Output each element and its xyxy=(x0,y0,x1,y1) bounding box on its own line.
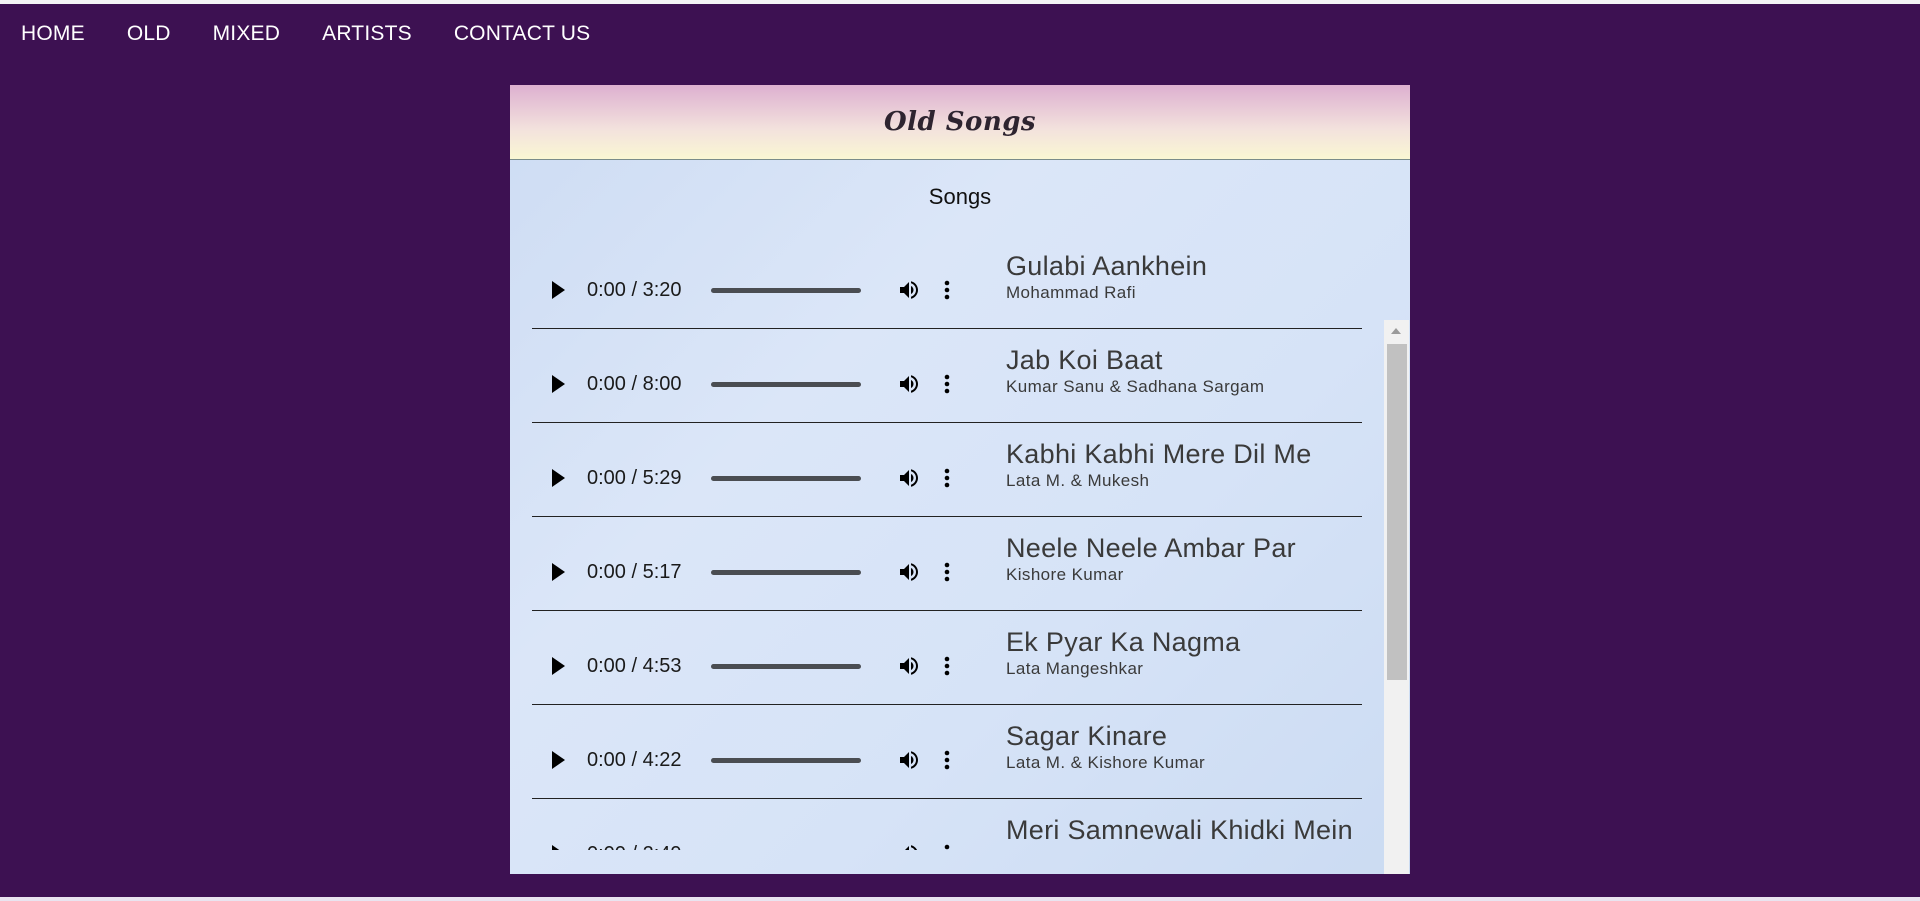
play-icon[interactable] xyxy=(552,469,565,487)
song-list[interactable]: 0:00 / 3:20 Gulabi Aankhein Mohammad Raf… xyxy=(532,235,1362,850)
song-list-container: 0:00 / 3:20 Gulabi Aankhein Mohammad Raf… xyxy=(532,235,1410,874)
song-info: Ek Pyar Ka Nagma Lata Mangeshkar xyxy=(1006,627,1240,679)
more-options-icon[interactable] xyxy=(943,372,951,396)
song-time: 0:00 / 5:17 xyxy=(587,560,682,583)
song-title: Ek Pyar Ka Nagma xyxy=(1006,627,1241,657)
top-border xyxy=(0,0,1920,4)
nav-mixed[interactable]: MIXED xyxy=(213,22,281,46)
more-options-icon[interactable] xyxy=(943,842,951,850)
play-icon[interactable] xyxy=(552,845,565,850)
song-time: 0:00 / 4:22 xyxy=(587,748,682,771)
song-artist: Kishore Kumar xyxy=(1006,565,1124,584)
song-row: 0:00 / 5:29 Kabhi Kabhi Mere Dil Me Lata… xyxy=(532,423,1362,517)
song-title: Sagar Kinare xyxy=(1006,721,1168,751)
scroll-up-arrow-icon[interactable] xyxy=(1391,328,1401,334)
more-options-icon[interactable] xyxy=(943,560,951,584)
audio-player: 0:00 / 5:17 xyxy=(540,552,990,592)
song-title: Jab Koi Baat xyxy=(1006,345,1163,375)
audio-player: 0:00 / 8:00 xyxy=(540,364,990,404)
song-time: 0:00 / 8:00 xyxy=(587,372,682,395)
volume-icon[interactable] xyxy=(897,466,921,490)
song-info: Meri Samnewali Khidki Mein Kishore Kumar xyxy=(1006,815,1353,850)
song-artist: Lata M. & Kishore Kumar xyxy=(1006,753,1206,772)
song-row: 0:00 / 8:00 Jab Koi Baat Kumar Sanu & Sa… xyxy=(532,329,1362,423)
song-time: 0:00 / 5:29 xyxy=(587,466,682,489)
song-artist: Kumar Sanu & Sadhana Sargam xyxy=(1006,377,1265,396)
seek-bar[interactable] xyxy=(711,757,861,763)
audio-player: 0:00 / 4:53 xyxy=(540,646,990,686)
volume-icon[interactable] xyxy=(897,560,921,584)
volume-icon[interactable] xyxy=(897,748,921,772)
nav-home[interactable]: HOME xyxy=(21,22,85,46)
seek-bar[interactable] xyxy=(711,663,861,669)
song-info: Sagar Kinare Lata M. & Kishore Kumar xyxy=(1006,721,1205,773)
song-title: Kabhi Kabhi Mere Dil Me xyxy=(1006,439,1312,469)
play-icon[interactable] xyxy=(552,657,565,675)
section-label: Songs xyxy=(928,184,992,209)
more-options-icon[interactable] xyxy=(943,278,951,302)
song-row: 0:00 / 4:22 Sagar Kinare Lata M. & Kisho… xyxy=(532,705,1362,799)
audio-player: 0:00 / 4:22 xyxy=(540,740,990,780)
seek-bar[interactable] xyxy=(711,475,861,481)
main-nav: HOME OLD MIXED ARTISTS CONTACT US xyxy=(21,22,632,46)
volume-icon[interactable] xyxy=(897,372,921,396)
play-icon[interactable] xyxy=(552,751,565,769)
song-row: 0:00 / 5:17 Neele Neele Ambar Par Kishor… xyxy=(532,517,1362,611)
volume-icon[interactable] xyxy=(897,278,921,302)
song-title: Neele Neele Ambar Par xyxy=(1006,533,1296,563)
song-artist: Mohammad Rafi xyxy=(1006,283,1136,302)
song-row: 0:00 / 4:53 Ek Pyar Ka Nagma Lata Manges… xyxy=(532,611,1362,705)
panel-title: Old Songs xyxy=(883,107,1037,137)
nav-artists[interactable]: ARTISTS xyxy=(322,22,412,46)
more-options-icon[interactable] xyxy=(943,654,951,678)
bottom-border xyxy=(0,897,1920,901)
song-row: 0:00 / 3:20 Gulabi Aankhein Mohammad Raf… xyxy=(532,235,1362,329)
song-title: Meri Samnewali Khidki Mein xyxy=(1006,815,1353,845)
scrollbar[interactable] xyxy=(1384,320,1409,874)
more-options-icon[interactable] xyxy=(943,748,951,772)
song-artist: Lata M. & Mukesh xyxy=(1006,471,1150,490)
panel-header: Old Songs xyxy=(510,85,1410,160)
song-time: 0:00 / 4:53 xyxy=(587,654,682,677)
more-options-icon[interactable] xyxy=(943,466,951,490)
seek-bar[interactable] xyxy=(711,287,861,293)
audio-player: 0:00 / 2:49 xyxy=(540,834,990,850)
song-info: Gulabi Aankhein Mohammad Rafi xyxy=(1006,251,1207,303)
play-icon[interactable] xyxy=(552,375,565,393)
seek-bar[interactable] xyxy=(711,569,861,575)
song-row: 0:00 / 2:49 Meri Samnewali Khidki Mein K… xyxy=(532,799,1362,850)
volume-icon[interactable] xyxy=(897,842,921,850)
audio-player: 0:00 / 3:20 xyxy=(540,270,990,310)
song-artist: Lata Mangeshkar xyxy=(1006,659,1144,678)
song-artist: Kishore Kumar xyxy=(1006,847,1353,850)
song-info: Kabhi Kabhi Mere Dil Me Lata M. & Mukesh xyxy=(1006,439,1312,491)
scrollbar-thumb[interactable] xyxy=(1387,344,1407,680)
volume-icon[interactable] xyxy=(897,654,921,678)
songs-panel: Old Songs Songs 0:00 / 3:20 Gulabi Aankh… xyxy=(510,85,1410,874)
nav-contact-us[interactable]: CONTACT US xyxy=(454,22,591,46)
song-time: 0:00 / 2:49 xyxy=(587,843,709,851)
song-title: Gulabi Aankhein xyxy=(1006,251,1208,281)
song-info: Neele Neele Ambar Par Kishore Kumar xyxy=(1006,533,1296,585)
nav-old[interactable]: OLD xyxy=(127,22,171,46)
seek-bar[interactable] xyxy=(711,381,861,387)
play-icon[interactable] xyxy=(552,563,565,581)
song-time: 0:00 / 3:20 xyxy=(587,278,682,301)
song-info: Jab Koi Baat Kumar Sanu & Sadhana Sargam xyxy=(1006,345,1264,397)
audio-player: 0:00 / 5:29 xyxy=(540,458,990,498)
play-icon[interactable] xyxy=(552,281,565,299)
